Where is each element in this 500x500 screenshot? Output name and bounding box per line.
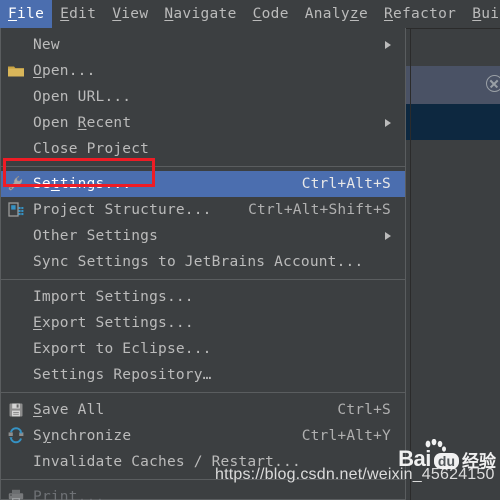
menu-item-print: Print... <box>1 484 405 500</box>
menu-item-label: Import Settings... <box>33 289 194 305</box>
menu-item-label: Open... <box>33 63 96 79</box>
menu-item-synchronize[interactable]: Synchronize Ctrl+Alt+Y <box>1 423 405 449</box>
menu-item-export-settings[interactable]: Export Settings... <box>1 310 405 336</box>
menu-item-shortcut: Ctrl+S <box>337 402 391 418</box>
menu-item-label: Sync Settings to JetBrains Account... <box>33 254 364 270</box>
menu-item-open-recent[interactable]: Open Recent <box>1 110 405 136</box>
menu-item-project-structure[interactable]: Project Structure... Ctrl+Alt+Shift+S <box>1 197 405 223</box>
menu-item-sync-settings-to-jetbrains-account[interactable]: Sync Settings to JetBrains Account... <box>1 249 405 275</box>
menubar-item-view[interactable]: View <box>104 0 156 28</box>
menu-item-label: Project Structure... <box>33 202 212 218</box>
menu-item-label: Export Settings... <box>33 315 194 331</box>
menu-item-label: Open URL... <box>33 89 132 105</box>
menu-item-export-to-eclipse[interactable]: Export to Eclipse... <box>1 336 405 362</box>
menubar-item-label: Edit <box>60 6 97 22</box>
menu-item-new[interactable]: New <box>1 32 405 58</box>
menu-item-shortcut: Ctrl+Alt+S <box>301 176 391 192</box>
menu-item-open[interactable]: Open... <box>1 58 405 84</box>
synchronize-icon <box>7 427 25 445</box>
printer-icon <box>7 488 25 500</box>
watermark-baidu: Bai du 经验 <box>398 439 496 472</box>
menu-item-save-all[interactable]: Save All Ctrl+S <box>1 397 405 423</box>
menubar-item-label: Analyze <box>304 6 368 22</box>
menubar-item-navigate[interactable]: Navigate <box>156 0 244 28</box>
menu-item-label: Save All <box>33 402 105 418</box>
menu-separator <box>1 166 405 167</box>
chevron-right-icon <box>385 232 391 240</box>
menubar-item-refactor[interactable]: Refactor <box>376 0 464 28</box>
module-icon <box>7 201 25 219</box>
close-icon[interactable] <box>486 75 500 92</box>
menu-bar: File Edit View Navigate Code Analyze Refactor B… <box>0 0 500 28</box>
menubar-item-analyze[interactable]: Analyze <box>297 0 376 28</box>
tool-pane-divider <box>410 28 411 500</box>
menu-item-close-project[interactable]: Close Project <box>1 136 405 162</box>
menu-item-label: Print... <box>33 489 105 500</box>
menu-item-label: Export to Eclipse... <box>33 341 212 357</box>
menu-item-settings[interactable]: Settings... Ctrl+Alt+S <box>1 171 405 197</box>
menubar-item-label: Build <box>472 6 500 22</box>
file-dropdown-menu: New Open... Open URL... Open Recent Close Pr… <box>0 28 406 500</box>
menubar-item-label: View <box>112 6 149 22</box>
menu-item-label: New <box>33 37 60 53</box>
menubar-item-file[interactable]: File <box>0 0 53 28</box>
menubar-item-label: File <box>8 6 45 22</box>
menu-item-label: Settings Repository… <box>33 367 212 383</box>
menu-separator <box>1 279 405 280</box>
menu-separator <box>1 392 405 393</box>
menubar-item-code[interactable]: Code <box>245 0 297 28</box>
menu-item-label: Close Project <box>33 141 150 157</box>
paw-icon <box>425 439 447 452</box>
menu-item-label: Open Recent <box>33 115 132 131</box>
watermark-baidu-du: du <box>433 453 459 469</box>
menu-item-settings-repository[interactable]: Settings Repository… <box>1 362 405 388</box>
folder-icon <box>7 62 25 80</box>
menubar-item-edit[interactable]: Edit <box>52 0 104 28</box>
watermark-baidu-cn: 经验 <box>462 452 496 471</box>
menu-item-label: Other Settings <box>33 228 159 244</box>
floppy-disk-icon <box>7 401 25 419</box>
menu-item-label: Settings... <box>33 176 132 192</box>
menubar-item-label: Code <box>252 6 289 22</box>
menubar-item-build[interactable]: Build <box>464 0 500 28</box>
menu-item-label: Synchronize <box>33 428 132 444</box>
wrench-icon <box>7 175 25 193</box>
menu-item-shortcut: Ctrl+Alt+Shift+S <box>248 202 391 218</box>
menu-item-open-url[interactable]: Open URL... <box>1 84 405 110</box>
chevron-right-icon <box>385 119 391 127</box>
menu-item-other-settings[interactable]: Other Settings <box>1 223 405 249</box>
menu-item-import-settings[interactable]: Import Settings... <box>1 284 405 310</box>
menu-item-shortcut: Ctrl+Alt+Y <box>301 428 391 444</box>
chevron-right-icon <box>385 41 391 49</box>
menubar-item-label: Refactor <box>383 6 457 22</box>
menubar-item-label: Navigate <box>164 6 237 22</box>
